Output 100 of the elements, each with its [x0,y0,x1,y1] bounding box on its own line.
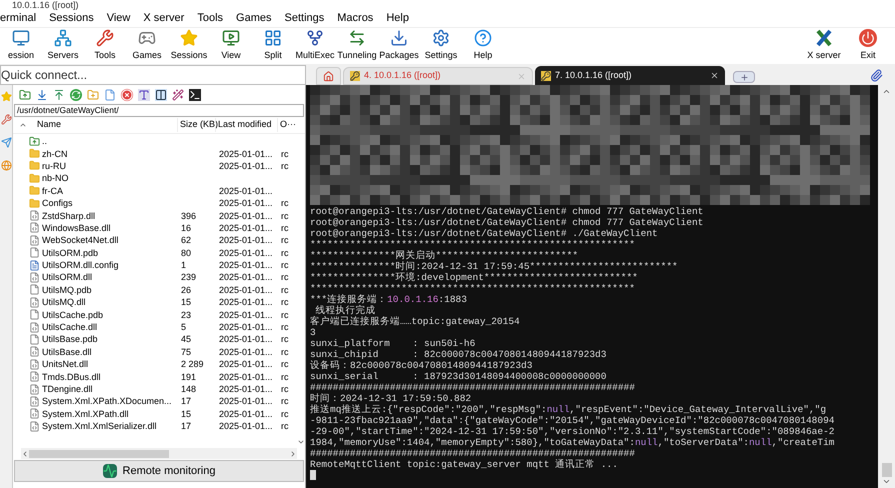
toolbar-button[interactable]: Servers [42,29,84,63]
date-cell: 2025-01-01... [219,346,273,357]
owner-cell: rc [281,334,288,344]
remote-monitoring-button[interactable]: Remote monitoring [14,460,304,482]
file-name[interactable]: .. [42,135,48,148]
paperclip-icon[interactable] [870,69,883,82]
column-header[interactable]: O··· [277,118,296,132]
file-name[interactable]: UtilsBase.pdb [42,333,98,346]
terminal-icon[interactable] [189,88,201,100]
toolbar-button[interactable]: Sessions [168,29,210,63]
file-name[interactable]: UtilsCache.dll [42,321,98,334]
size-cell: 26 [181,284,192,295]
owner-cell: rc [281,210,288,221]
date-cell: 2025-01-01... [219,186,273,196]
scroll-up-icon[interactable] [882,87,891,96]
send-icon[interactable] [0,137,12,148]
scrollbar-thumb[interactable] [29,450,169,458]
toolbar-button[interactable]: Tools [84,29,126,63]
toolbar-button[interactable]: Games [126,29,168,63]
terminal-line: ********************************************************* [310,283,635,294]
home-tab[interactable] [316,67,341,85]
file-name[interactable]: UtilsMQ.pdb [42,284,92,296]
owner-cell: rc [281,346,288,357]
file-name[interactable]: UtilsMQ.dll [42,296,86,308]
file-name[interactable]: UtilsBase.dll [42,346,92,358]
file-name[interactable]: nb-NO [42,172,69,184]
globe-icon[interactable] [0,160,12,171]
upload-icon[interactable] [53,88,65,100]
column-header[interactable]: Last modified [215,118,277,132]
scroll-down-icon[interactable] [297,438,305,446]
toolbar-button[interactable]: Help [462,29,504,63]
menu-item[interactable]: View [106,10,130,27]
menu-item[interactable]: Help [386,10,409,27]
file-name[interactable]: WebSocket4Net.dll [42,234,118,246]
menu-item[interactable]: Tools [197,10,224,27]
owner-cell: rc [281,272,288,282]
toolbar-button[interactable]: Packages [378,29,420,63]
owner-cell: rc [281,248,288,258]
folder-up-icon[interactable] [19,88,31,100]
file-name[interactable]: Configs [42,197,73,210]
menu-item[interactable]: X server [143,10,184,27]
size-cell: 15 [181,408,192,419]
toolbar-button[interactable]: MultiExec [294,29,336,63]
file-icon[interactable] [104,88,116,100]
wrench-icon[interactable] [0,114,12,125]
owner-cell: rc [281,396,288,406]
date-cell: 2025-01-01... [219,198,273,208]
file-name[interactable]: Tmds.DBus.dll [42,370,101,383]
wand-icon[interactable] [172,88,184,100]
file-name[interactable]: zh-CN [42,148,68,160]
quick-connect-field[interactable]: Quick connect... [0,65,306,85]
session-tab[interactable]: 7. 10.0.1.16 ([root]) [535,66,725,85]
toolbar-button[interactable]: Settings [420,29,462,63]
toolbar-button[interactable]: Tunneling [336,29,378,63]
delete-icon[interactable] [121,88,133,100]
file-name[interactable]: System.Xml.XmlSerializer.dll [42,420,157,432]
date-cell: 2025-01-01... [219,372,273,382]
folder-plus-icon[interactable] [87,88,99,100]
file-name[interactable]: System.Xml.XPath.XDocumen... [42,395,172,408]
star-icon[interactable] [0,91,12,102]
download-icon[interactable] [36,88,48,100]
refresh-icon[interactable] [70,88,82,100]
toolbar-button[interactable]: Exit [847,29,889,63]
menu-item[interactable]: Games [236,10,272,27]
file-name[interactable]: System.Xml.XPath.dll [42,408,129,420]
toolbar-button[interactable]: Split [252,29,294,63]
owner-cell: rc [281,310,288,320]
session-tab[interactable]: 4. 10.0.1.16 ([root]) [343,67,533,85]
file-name[interactable]: UtilsCache.pdb [42,308,104,321]
menu-item[interactable]: Macros [337,10,374,27]
file-name[interactable]: UtilsORM.pdb [42,246,98,259]
new-tab-button[interactable] [733,71,755,83]
terminal-line: 推送mq推送上云:{"respCode":"200","respMsg":null,"respEvent":"Device_Gateway_IntervalLive","g [310,404,826,415]
panel-icon[interactable] [155,88,167,100]
file-name[interactable]: ru-RU [42,160,66,172]
menu-item[interactable]: Settings [284,10,324,27]
scroll-down-icon[interactable] [882,477,891,486]
file-name[interactable]: UtilsORM.dll.config [42,259,119,272]
file-name[interactable]: TDengine.dll [42,383,93,395]
file-name[interactable]: ZstdSharp.dll [42,210,96,222]
close-icon[interactable] [710,71,719,80]
scroll-right-icon[interactable] [289,450,297,458]
toolbar-button[interactable]: ession [0,29,42,63]
date-cell: 2025-01-01... [219,260,273,270]
path-field[interactable]: /usr/dotnet/GateWayClient/ [14,104,304,117]
size-cell: 5 [181,322,186,332]
file-name[interactable]: WindowsBase.dll [42,222,111,234]
menu-item[interactable]: erminal [0,10,36,27]
file-name[interactable]: fr-CA [42,184,63,197]
toolbar-button[interactable]: X server [801,29,847,63]
menu-item[interactable]: Sessions [49,10,94,27]
scroll-left-icon[interactable] [21,450,29,458]
grid-icon [264,29,282,48]
column-header[interactable]: Size (KB) [177,118,215,132]
column-header[interactable]: Name [37,118,177,132]
text-icon[interactable] [138,88,150,100]
file-name[interactable]: UtilsORM.dll [42,271,92,284]
scrollbar-thumb[interactable] [882,463,892,477]
toolbar-button[interactable]: View [210,29,252,63]
file-name[interactable]: UnitsNet.dll [42,358,88,370]
